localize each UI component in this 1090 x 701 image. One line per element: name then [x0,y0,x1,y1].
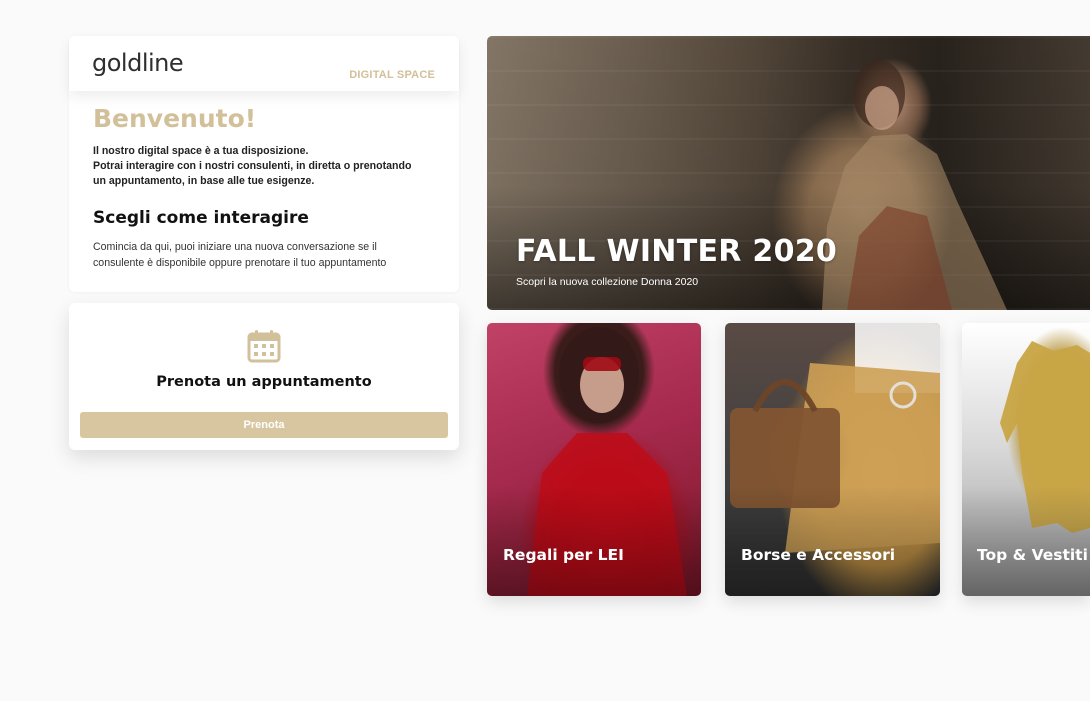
category-label: Borse e Accessori [741,546,896,564]
calendar-icon [247,330,281,363]
welcome-line: Potrai interagire con i nostri consulent… [93,160,412,173]
hero-title: FALL WINTER 2020 [516,234,838,269]
book-button[interactable]: Prenota [80,412,448,438]
interact-line: consulente è disponibile oppure prenotar… [93,256,387,269]
category-card-borse-accessori[interactable]: Borse e Accessori [725,323,940,596]
hero-subtitle: Scopri la nuova collezione Donna 2020 [516,276,699,288]
category-label: Regali per LEI [503,546,624,564]
interact-line: Comincia da qui, puoi iniziare una nuova… [93,241,377,253]
welcome-line: un appuntamento, in base alle tue esigen… [93,175,315,188]
category-card-top-vestiti[interactable]: Top & Vestiti [962,323,1090,596]
hero-banner[interactable]: FALL WINTER 2020 Scopri la nuova collezi… [487,36,1090,310]
section-label: DIGITAL SPACE [349,69,435,81]
category-shade [725,486,940,596]
category-shade [962,486,1090,596]
header-bar: goldline DIGITAL SPACE [69,36,459,91]
welcome-line: Il nostro digital space è a tua disposiz… [93,145,309,157]
welcome-card: goldline DIGITAL SPACE Benvenuto! Il nos… [69,36,459,292]
category-label: Top & Vestiti [977,546,1088,564]
welcome-text: Il nostro digital space è a tua disposiz… [93,144,433,190]
booking-card: Prenota un appuntamento Prenota [69,303,459,450]
brand-logo[interactable]: goldline [92,49,184,77]
category-shade [487,486,701,596]
page: goldline DIGITAL SPACE Benvenuto! Il nos… [0,0,1090,701]
interact-text: Comincia da qui, puoi iniziare una nuova… [93,240,438,271]
welcome-title: Benvenuto! [93,104,257,133]
booking-title: Prenota un appuntamento [156,374,372,390]
category-card-regali-lei[interactable]: Regali per LEI [487,323,701,596]
interact-title: Scegli come interagire [93,208,309,228]
